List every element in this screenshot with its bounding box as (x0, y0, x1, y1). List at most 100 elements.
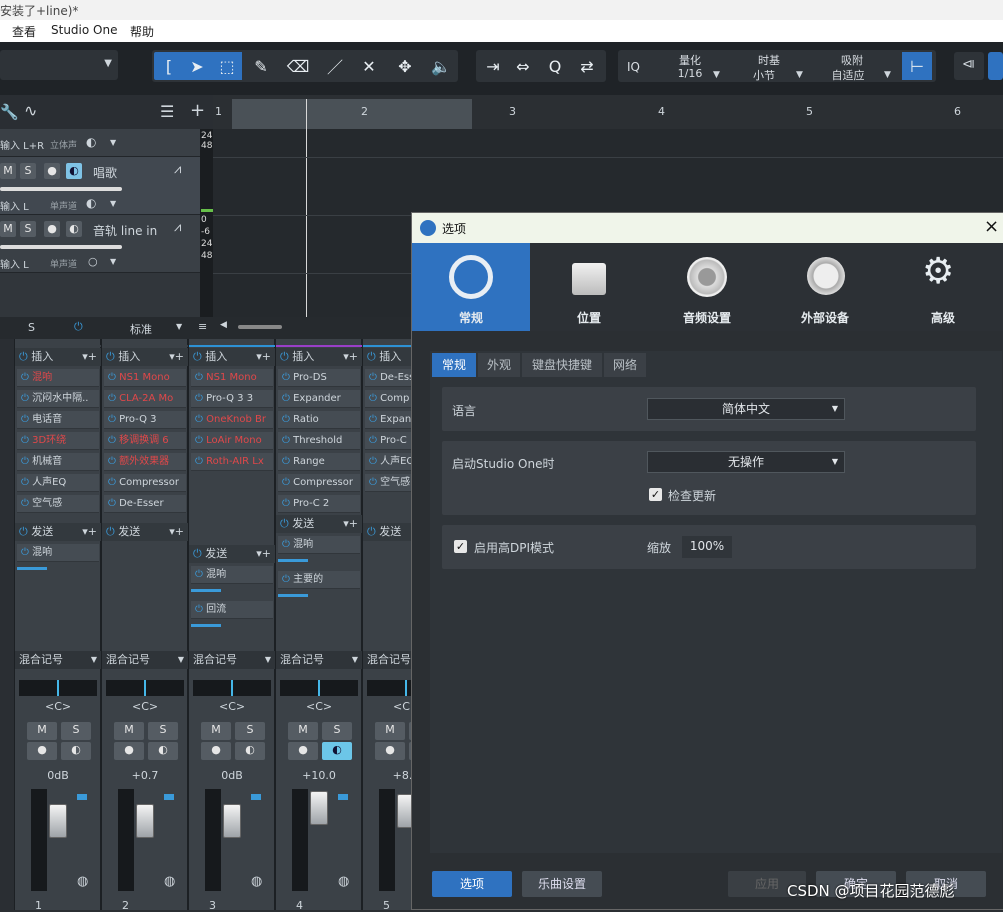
power-icon[interactable]: ⏻ (282, 574, 290, 585)
power-icon[interactable]: ⏻ (369, 435, 377, 446)
options-button[interactable]: 选项 (432, 871, 512, 897)
insert-slot[interactable]: ⏻ 沉闷水中隔.. (17, 390, 99, 408)
power-icon[interactable]: ⏻ (21, 456, 29, 467)
power-icon[interactable]: ⏻ (108, 393, 116, 404)
chevron-down-icon[interactable]: ▼ (352, 651, 358, 669)
power-icon[interactable]: ⏻ (108, 435, 116, 446)
track-name[interactable]: 唱歌 (93, 164, 117, 181)
power-icon[interactable]: ⏻ (193, 350, 202, 363)
power-icon[interactable]: ⏻ (108, 414, 116, 425)
power-icon[interactable]: ⏻ (108, 372, 116, 383)
chevron-down-icon[interactable]: ▼ (713, 70, 720, 80)
language-select[interactable]: 简体中文 ▼ (647, 398, 845, 420)
automation-mode[interactable]: 混合记号 ▼ (189, 651, 275, 669)
insert-slot[interactable]: ⏻ 额外效果器 (104, 453, 186, 471)
quantize-value[interactable]: 1/16 (668, 67, 712, 80)
power-icon[interactable]: ⏻ (195, 604, 203, 615)
automation-mode[interactable]: 混合记号 ▼ (276, 651, 362, 669)
menu-view[interactable]: 查看 (12, 23, 36, 40)
power-icon[interactable]: ⏻ (195, 372, 203, 383)
startup-select[interactable]: 无操作 ▼ (647, 451, 845, 473)
add-track-icon[interactable]: + (190, 100, 205, 121)
insert-header[interactable]: ⏻ 插入 ▾+ (15, 348, 101, 366)
power-icon[interactable]: ⏻ (369, 414, 377, 425)
power-icon[interactable]: ⏻ (282, 456, 290, 467)
insert-slot[interactable]: ⏻ LoAir Mono (191, 432, 273, 450)
mute-button[interactable]: M (114, 722, 144, 740)
power-icon[interactable]: ⏻ (106, 350, 115, 363)
pan-control[interactable] (19, 680, 97, 696)
add-insert-icon[interactable]: ▾+ (256, 348, 271, 366)
monitor-ring-icon[interactable]: ○ (88, 255, 98, 268)
mute-button[interactable]: M (0, 221, 16, 237)
volume-fader[interactable] (49, 804, 67, 838)
loop-end-icon[interactable] (988, 52, 1003, 80)
split-tool-icon[interactable]: ✥ (390, 52, 420, 80)
record-button[interactable]: ● (27, 742, 57, 760)
record-arm-icon[interactable]: ◍ (251, 874, 262, 889)
insert-slot[interactable]: ⏻ Ratio (278, 411, 360, 429)
send-slot[interactable]: ⏻ 混响 (191, 566, 273, 584)
power-icon[interactable]: ⏻ (367, 350, 376, 363)
insert-slot[interactable]: ⏻ 机械音 (17, 453, 99, 471)
solo-button[interactable]: S (235, 722, 265, 740)
monitor-button[interactable]: ◐ (66, 163, 82, 179)
mute-tool-icon[interactable]: ✕ (354, 52, 384, 80)
insert-header[interactable]: ⏻ 插入 ▾+ (276, 348, 362, 366)
check-updates-checkbox[interactable]: ✓ (649, 488, 662, 501)
quantize-icon[interactable]: Q (540, 52, 570, 80)
insert-slot[interactable]: ⏻ Compressor (104, 474, 186, 492)
send-header[interactable]: ⏻ 发送 ▾+ (189, 545, 275, 563)
track-2[interactable]: M S ● ◐ 唱歌 ⩘ 输入 L 单声道 ◐ ▼ (0, 157, 205, 215)
pan-control[interactable] (106, 680, 184, 696)
insert-slot[interactable]: ⏻ Pro-Q 3 (104, 411, 186, 429)
track-input[interactable]: 输入 L (0, 198, 29, 213)
insert-slot[interactable]: ⏻ CLA-2A Mo (104, 390, 186, 408)
insert-slot[interactable]: ⏻ De-Esser (104, 495, 186, 513)
send-slot[interactable]: ⏻ 混响 (17, 544, 99, 562)
eraser-tool-icon[interactable]: ⌫ (283, 52, 313, 80)
send-slot[interactable]: ⏻ 主要的 (278, 571, 360, 589)
record-button[interactable]: ● (201, 742, 231, 760)
tab-advanced[interactable]: ⚙ 高级 (884, 243, 1002, 331)
add-send-icon[interactable]: ▾+ (256, 545, 271, 563)
loop-start-icon[interactable]: ⧏ (954, 52, 984, 80)
power-icon[interactable]: ⏻ (21, 498, 29, 509)
record-button[interactable]: ● (44, 221, 60, 237)
insert-slot[interactable]: ⏻ Threshold (278, 432, 360, 450)
send-level[interactable] (278, 559, 308, 562)
power-icon[interactable]: ⏻ (108, 498, 116, 509)
insert-slot[interactable]: ⏻ NS1 Mono (191, 369, 273, 387)
song-setup-button[interactable]: 乐曲设置 (522, 871, 602, 897)
power-icon[interactable]: ⏻ (195, 414, 203, 425)
subtab-keyboard-shortcuts[interactable]: 键盘快捷键 (522, 353, 602, 377)
record-button[interactable]: ● (114, 742, 144, 760)
record-button[interactable]: ● (288, 742, 318, 760)
add-insert-icon[interactable]: ▾+ (343, 348, 358, 366)
solo-button[interactable]: S (61, 722, 91, 740)
power-icon[interactable]: ⏻ (369, 456, 377, 467)
solo-button[interactable]: S (20, 221, 36, 237)
power-icon[interactable]: ⏻ (193, 547, 202, 560)
power-icon[interactable]: ⏻ (282, 539, 290, 550)
chevron-down-icon[interactable]: ▼ (110, 199, 116, 208)
chevron-down-icon[interactable]: ▼ (796, 70, 803, 80)
power-icon[interactable]: ⏻ (106, 525, 115, 538)
send-level[interactable] (278, 594, 308, 597)
power-icon[interactable]: ⏻ (195, 393, 203, 404)
power-icon[interactable]: ⏻ (282, 414, 290, 425)
monitor-button[interactable]: ◐ (148, 742, 178, 760)
power-icon[interactable]: ⏻ (108, 477, 116, 488)
record-arm-icon[interactable]: ◍ (77, 874, 88, 889)
add-send-icon[interactable]: ▾+ (343, 515, 358, 533)
volume-fader[interactable] (136, 804, 154, 838)
arrow-tool-icon[interactable]: ➤ (182, 52, 212, 80)
wrench-icon[interactable]: 🔧 (0, 103, 19, 121)
insert-slot[interactable]: ⏻ 电话音 (17, 411, 99, 429)
chevron-down-icon[interactable]: ▼ (110, 257, 116, 266)
tab-audio-setup[interactable]: 音频设置 (648, 243, 766, 331)
record-button[interactable]: ● (375, 742, 405, 760)
monitor-button[interactable]: ◐ (61, 742, 91, 760)
send-slot[interactable]: ⏻ 回流 (191, 601, 273, 619)
automation-mode[interactable]: 混合记号 ▼ (15, 651, 101, 669)
